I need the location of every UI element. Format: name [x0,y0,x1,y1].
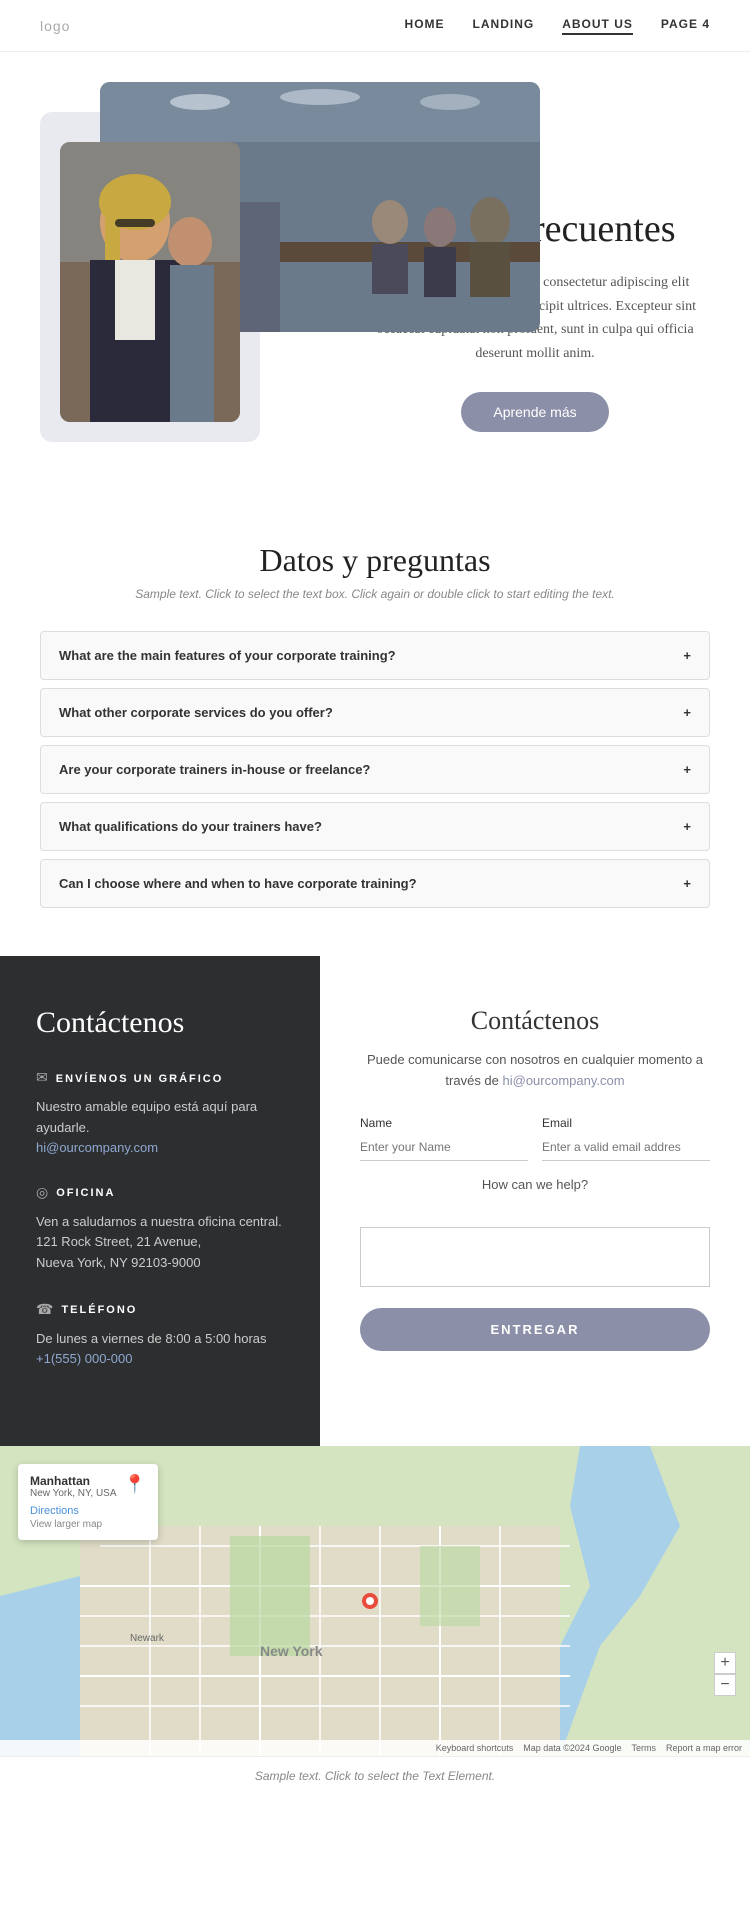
contact-right-title: Contáctenos [360,1006,710,1036]
hero-section: Preguntas frecuentes Lorem ipsum dolor s… [0,52,750,482]
navbar: logo HOME LANDING ABOUT US PAGE 4 [0,0,750,52]
hero-inner: Preguntas frecuentes Lorem ipsum dolor s… [40,82,710,442]
name-label: Name [360,1116,528,1130]
faq-subtitle: Sample text. Click to select the text bo… [40,587,710,601]
email-description: Nuestro amable equipo está aquí para ayu… [36,1097,284,1139]
hero-portrait-image [60,142,240,422]
nav-page4[interactable]: PAGE 4 [661,17,710,35]
faq-question-2: What other corporate services do you off… [59,705,333,720]
location-icon: ◎ [36,1185,48,1202]
footer: Sample text. Click to select the Text El… [0,1756,750,1795]
nav-about[interactable]: ABOUT US [562,17,633,35]
contact-right-panel: Contáctenos Puede comunicarse con nosotr… [320,956,750,1446]
faq-question-3: Are your corporate trainers in-house or … [59,762,370,777]
faq-expand-icon-4[interactable]: + [683,820,691,833]
email-contact-block: ✉ ENVÍENOS UN GRÁFICO Nuestro amable equ… [36,1070,284,1157]
contact-description: Puede comunicarse con nosotros en cualqu… [360,1050,710,1092]
email-link[interactable]: hi@ourcompany.com [36,1140,158,1155]
faq-expand-icon-1[interactable]: + [683,649,691,662]
office-block-header: ◎ OFICINA [36,1185,284,1202]
office-address1: 121 Rock Street, 21 Avenue, [36,1232,284,1253]
phone-block-title: TELÉFONO [61,1304,137,1316]
phone-description: De lunes a viernes de 8:00 a 5:00 horas [36,1329,284,1350]
faq-expand-icon-3[interactable]: + [683,763,691,776]
email-form-group: Email [542,1116,710,1161]
office-description: Ven a saludarnos a nuestra oficina centr… [36,1212,284,1233]
email-label: Email [542,1116,710,1130]
map-background: New York Newark 📍 Manhattan New York, NY… [0,1446,750,1756]
map-pin-icon: 📍 [124,1474,146,1495]
help-form-group: How can we help? [360,1175,710,1293]
nav-links: HOME LANDING ABOUT US PAGE 4 [405,17,710,35]
envelope-icon: ✉ [36,1070,48,1087]
map-info-card: 📍 Manhattan New York, NY, USA Directions… [18,1464,158,1540]
map-data-credit: Map data ©2024 Google [523,1743,621,1753]
map-zoom-controls: + − [714,1652,736,1696]
nav-landing[interactable]: LANDING [473,17,535,35]
phone-contact-block: ☎ TELÉFONO De lunes a viernes de 8:00 a … [36,1302,284,1368]
svg-text:New York: New York [260,1643,323,1659]
learn-more-button[interactable]: Aprende más [461,392,608,432]
faq-item-3[interactable]: Are your corporate trainers in-house or … [40,745,710,794]
faq-item-4[interactable]: What qualifications do your trainers hav… [40,802,710,851]
phone-icon: ☎ [36,1302,53,1319]
faq-question-4: What qualifications do your trainers hav… [59,819,322,834]
contact-left-panel: Contáctenos ✉ ENVÍENOS UN GRÁFICO Nuestr… [0,956,320,1446]
faq-item-1[interactable]: What are the main features of your corpo… [40,631,710,680]
nav-home[interactable]: HOME [405,17,445,35]
faq-question-1: What are the main features of your corpo… [59,648,396,663]
faq-item-5[interactable]: Can I choose where and when to have corp… [40,859,710,908]
submit-button[interactable]: ENTREGAR [360,1308,710,1351]
contact-section: Contáctenos ✉ ENVÍENOS UN GRÁFICO Nuestr… [0,956,750,1446]
email-input[interactable] [542,1134,710,1161]
logo: logo [40,18,70,34]
office-block-title: OFICINA [56,1187,115,1199]
help-label: How can we help? [360,1175,710,1196]
faq-expand-icon-2[interactable]: + [683,706,691,719]
map-directions-link[interactable]: Directions [30,1505,146,1517]
footer-sample-text: Sample text. Click to select the Text El… [255,1769,495,1783]
map-terms[interactable]: Terms [631,1743,656,1753]
faq-expand-icon-5[interactable]: + [683,877,691,890]
faq-title: Datos y preguntas [40,542,710,579]
office-address2: Nueva York, NY 92103-9000 [36,1253,284,1274]
map-larger-link[interactable]: View larger map [30,1519,146,1530]
form-name-email-row: Name Email [360,1116,710,1161]
map-keyboard-shortcut: Keyboard shortcuts [436,1743,514,1753]
zoom-out-button[interactable]: − [714,1674,736,1696]
faq-question-5: Can I choose where and when to have corp… [59,876,417,891]
help-textarea[interactable] [360,1227,710,1287]
email-block-header: ✉ ENVÍENOS UN GRÁFICO [36,1070,284,1087]
faq-item-2[interactable]: What other corporate services do you off… [40,688,710,737]
phone-link[interactable]: +1(555) 000-000 [36,1351,133,1366]
faq-section: Datos y preguntas Sample text. Click to … [0,482,750,956]
phone-block-header: ☎ TELÉFONO [36,1302,284,1319]
svg-text:Newark: Newark [130,1633,165,1644]
office-contact-block: ◎ OFICINA Ven a saludarnos a nuestra ofi… [36,1185,284,1274]
zoom-in-button[interactable]: + [714,1652,736,1674]
contact-left-title: Contáctenos [36,1006,284,1040]
email-block-title: ENVÍENOS UN GRÁFICO [56,1073,224,1085]
map-report[interactable]: Report a map error [666,1743,742,1753]
map-section: New York Newark 📍 Manhattan New York, NY… [0,1446,750,1756]
name-form-group: Name [360,1116,528,1161]
map-bottom-bar: Keyboard shortcuts Map data ©2024 Google… [0,1740,750,1756]
hero-images [40,82,330,442]
name-input[interactable] [360,1134,528,1161]
contact-email-link[interactable]: hi@ourcompany.com [503,1073,625,1088]
